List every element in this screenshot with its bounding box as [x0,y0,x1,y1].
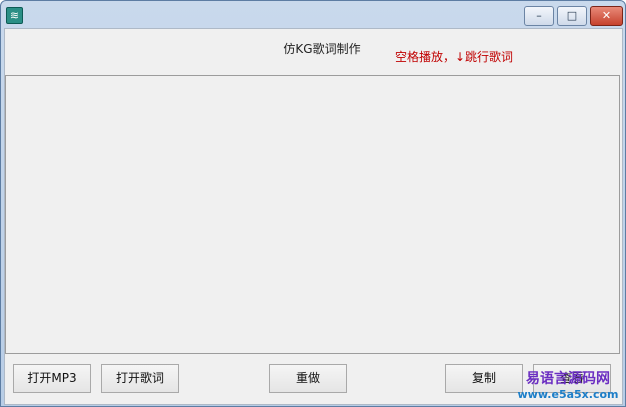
title-bar[interactable]: ≋ – □ ✕ [1,1,625,28]
open-mp3-button[interactable]: 打开MP3 [13,364,91,393]
minimize-button[interactable]: – [524,6,554,26]
page-title: 仿KG歌词制作 [283,42,361,56]
copy-button[interactable]: 复制 [445,364,523,393]
app-icon: ≋ [6,7,23,24]
redo-button[interactable]: 重做 [269,364,347,393]
client-area: 仿KG歌词制作 空格播放，↓跳行歌词 打开MP3 打开歌词 重做 复制 查看 易… [4,28,623,405]
app-window: ≋ – □ ✕ 仿KG歌词制作 空格播放，↓跳行歌词 打开MP3 打开歌词 重做… [0,0,626,407]
lyrics-display-panel[interactable] [5,75,620,354]
maximize-button[interactable]: □ [557,6,587,26]
shortcut-hint: 空格播放，↓跳行歌词 [395,50,514,64]
view-button[interactable]: 查看 [533,364,611,393]
close-button[interactable]: ✕ [590,6,623,26]
open-lyrics-button[interactable]: 打开歌词 [101,364,179,393]
